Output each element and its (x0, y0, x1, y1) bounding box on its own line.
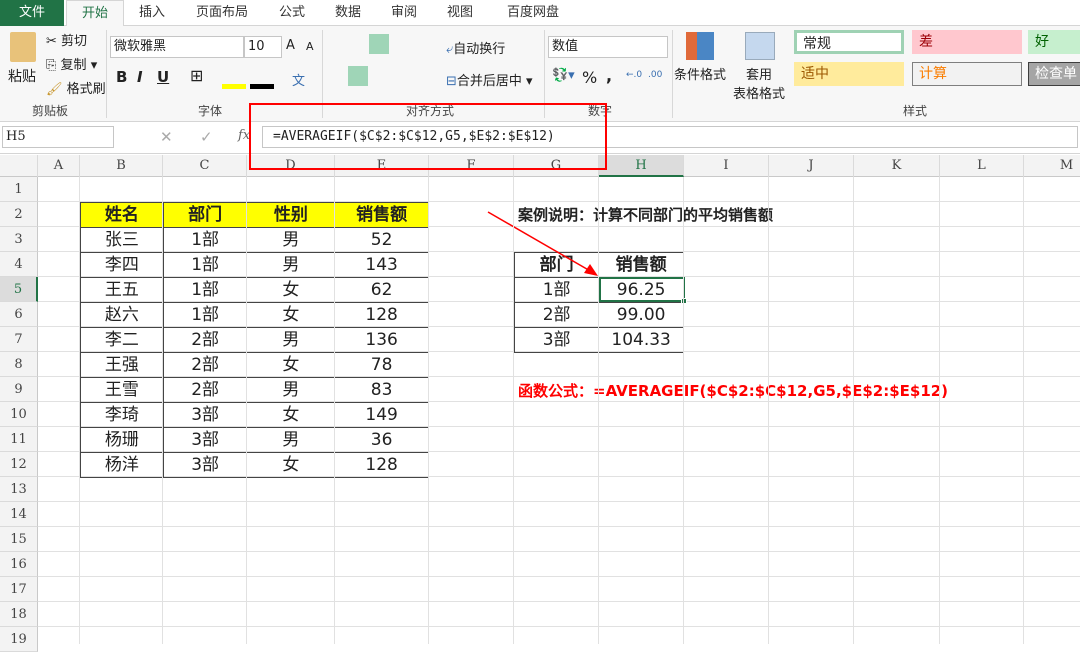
row-header-2[interactable]: 2 (0, 202, 38, 227)
row-header-12[interactable]: 12 (0, 452, 38, 477)
row-header-8[interactable]: 8 (0, 352, 38, 377)
gridline (162, 177, 163, 644)
gridline (246, 177, 247, 644)
gridline (79, 177, 80, 644)
row-header-4[interactable]: 4 (0, 252, 38, 277)
gridline (334, 177, 335, 644)
row-header-5[interactable]: 5 (0, 277, 38, 302)
row-header-10[interactable]: 10 (0, 402, 38, 427)
gridline (939, 177, 940, 644)
row-header-19[interactable]: 19 (0, 627, 38, 652)
row-header-18[interactable]: 18 (0, 602, 38, 627)
row-header-16[interactable]: 16 (0, 552, 38, 577)
row-header-11[interactable]: 11 (0, 427, 38, 452)
gridline (1023, 177, 1024, 644)
row-header-9[interactable]: 9 (0, 377, 38, 402)
row-header-17[interactable]: 17 (0, 577, 38, 602)
row-header-13[interactable]: 13 (0, 477, 38, 502)
row-header-14[interactable]: 14 (0, 502, 38, 527)
gridline (513, 177, 514, 644)
gridline (683, 177, 684, 644)
gridline (853, 177, 854, 644)
row-header-7[interactable]: 7 (0, 327, 38, 352)
row-header-1[interactable]: 1 (0, 177, 38, 202)
gridline (428, 177, 429, 644)
gridline (768, 177, 769, 644)
row-header-6[interactable]: 6 (0, 302, 38, 327)
row-header-15[interactable]: 15 (0, 527, 38, 552)
row-header-3[interactable]: 3 (0, 227, 38, 252)
gridline (598, 177, 599, 644)
